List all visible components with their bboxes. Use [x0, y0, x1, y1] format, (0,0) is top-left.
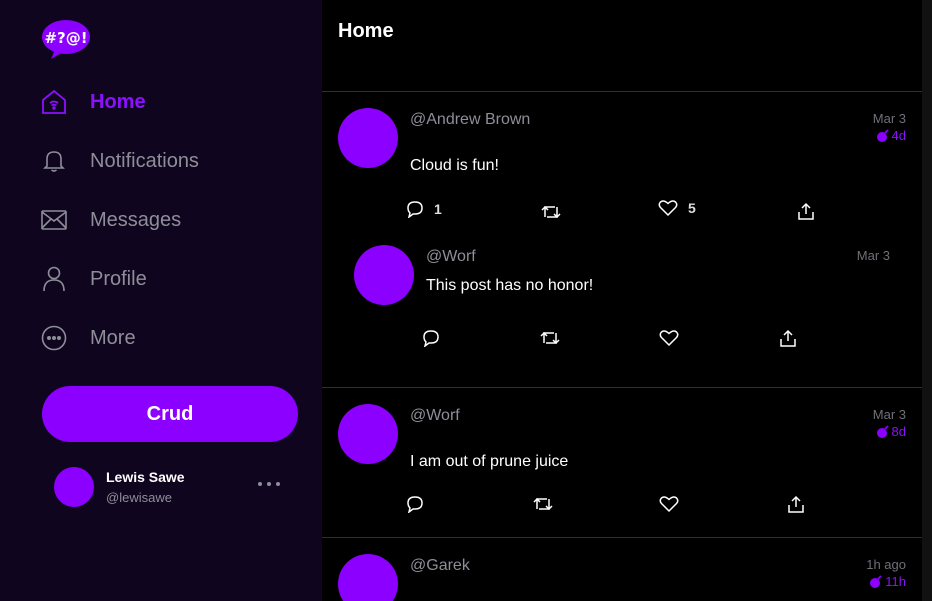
share-icon [797, 202, 815, 220]
share-icon [787, 495, 805, 513]
bomb-icon [876, 424, 890, 439]
app-logo[interactable]: #?@! [41, 18, 91, 60]
share-button[interactable] [797, 202, 815, 220]
heart-icon [659, 495, 679, 513]
sidebar-item-label: Home [90, 90, 146, 113]
sidebar-item-messages[interactable]: Messages [40, 202, 181, 238]
post-date: Mar 3 [872, 111, 906, 126]
like-button[interactable] [659, 329, 679, 347]
heart-icon [658, 199, 678, 217]
avatar[interactable] [354, 245, 414, 305]
reply-icon [422, 329, 440, 347]
post-ttl: 4d [876, 128, 906, 143]
more-circle-icon [40, 324, 68, 352]
post-handle[interactable]: @Andrew Brown [410, 111, 530, 129]
reply-button[interactable]: 1 [406, 200, 442, 218]
sidebar-item-home[interactable]: Home [40, 84, 146, 120]
user-icon [40, 265, 68, 293]
bell-icon [40, 147, 68, 175]
reply-icon [406, 200, 424, 218]
avatar[interactable] [338, 404, 398, 464]
page-title: Home [338, 20, 394, 42]
sidebar: #?@! Home Notifications Messages Profile… [0, 0, 322, 601]
share-button[interactable] [779, 329, 797, 347]
sidebar-item-profile[interactable]: Profile [40, 261, 147, 297]
sidebar-item-label: Messages [90, 208, 182, 231]
sidebar-item-label: Notifications [90, 149, 199, 172]
reply-button[interactable] [422, 329, 440, 347]
sidebar-item-label: More [90, 326, 136, 349]
sidebar-item-label: Profile [90, 267, 147, 290]
bomb-icon [876, 128, 890, 143]
sidebar-item-notifications[interactable]: Notifications [40, 143, 199, 179]
sidebar-item-more[interactable]: More [40, 320, 136, 356]
user-handle: @lewisawe [106, 490, 172, 505]
post-date: 1h ago [866, 557, 906, 572]
logo-text: #?@! [44, 29, 87, 47]
ellipsis-icon[interactable] [258, 478, 280, 490]
like-button[interactable] [659, 495, 679, 513]
post-ttl: 8d [876, 424, 906, 439]
divider [322, 91, 922, 92]
post-ttl: 11h [869, 574, 906, 589]
post-text: Cloud is fun! [410, 157, 499, 174]
post-text: I am out of prune juice [410, 453, 569, 470]
ttl-text: 8d [891, 424, 906, 439]
user-name: Lewis Sawe [106, 469, 185, 485]
repost-button[interactable] [541, 203, 561, 221]
scrollbar[interactable] [922, 0, 932, 601]
avatar[interactable] [338, 554, 398, 601]
repost-icon [540, 329, 560, 347]
main-feed: Home @Andrew Brown Mar 3 4d Cloud is fun… [322, 0, 922, 601]
post-text: This post has no honor! [426, 277, 594, 294]
like-button[interactable]: 5 [658, 199, 696, 217]
repost-button[interactable] [533, 495, 553, 513]
like-count: 5 [688, 200, 696, 216]
crud-button[interactable]: Crud [42, 386, 298, 442]
repost-icon [533, 495, 553, 513]
repost-button[interactable] [540, 329, 560, 347]
reply-button[interactable] [406, 495, 424, 513]
post-date: Mar 3 [872, 407, 906, 422]
post-handle[interactable]: @Garek [410, 557, 470, 575]
bomb-icon [869, 574, 883, 589]
avatar[interactable] [338, 108, 398, 168]
divider [322, 537, 922, 538]
mail-icon [40, 206, 68, 234]
divider [322, 387, 922, 388]
current-user-card[interactable]: Lewis Sawe @lewisawe [54, 466, 294, 510]
reply-count: 1 [434, 201, 442, 217]
share-button[interactable] [787, 495, 805, 513]
share-icon [779, 329, 797, 347]
home-icon [40, 88, 68, 116]
heart-icon [659, 329, 679, 347]
post-handle[interactable]: @Worf [426, 248, 476, 266]
ttl-text: 4d [891, 128, 906, 143]
repost-icon [541, 203, 561, 221]
avatar [54, 467, 94, 507]
ttl-text: 11h [885, 574, 906, 589]
reply-icon [406, 495, 424, 513]
post-handle[interactable]: @Worf [410, 407, 460, 425]
post-date: Mar 3 [856, 248, 890, 263]
